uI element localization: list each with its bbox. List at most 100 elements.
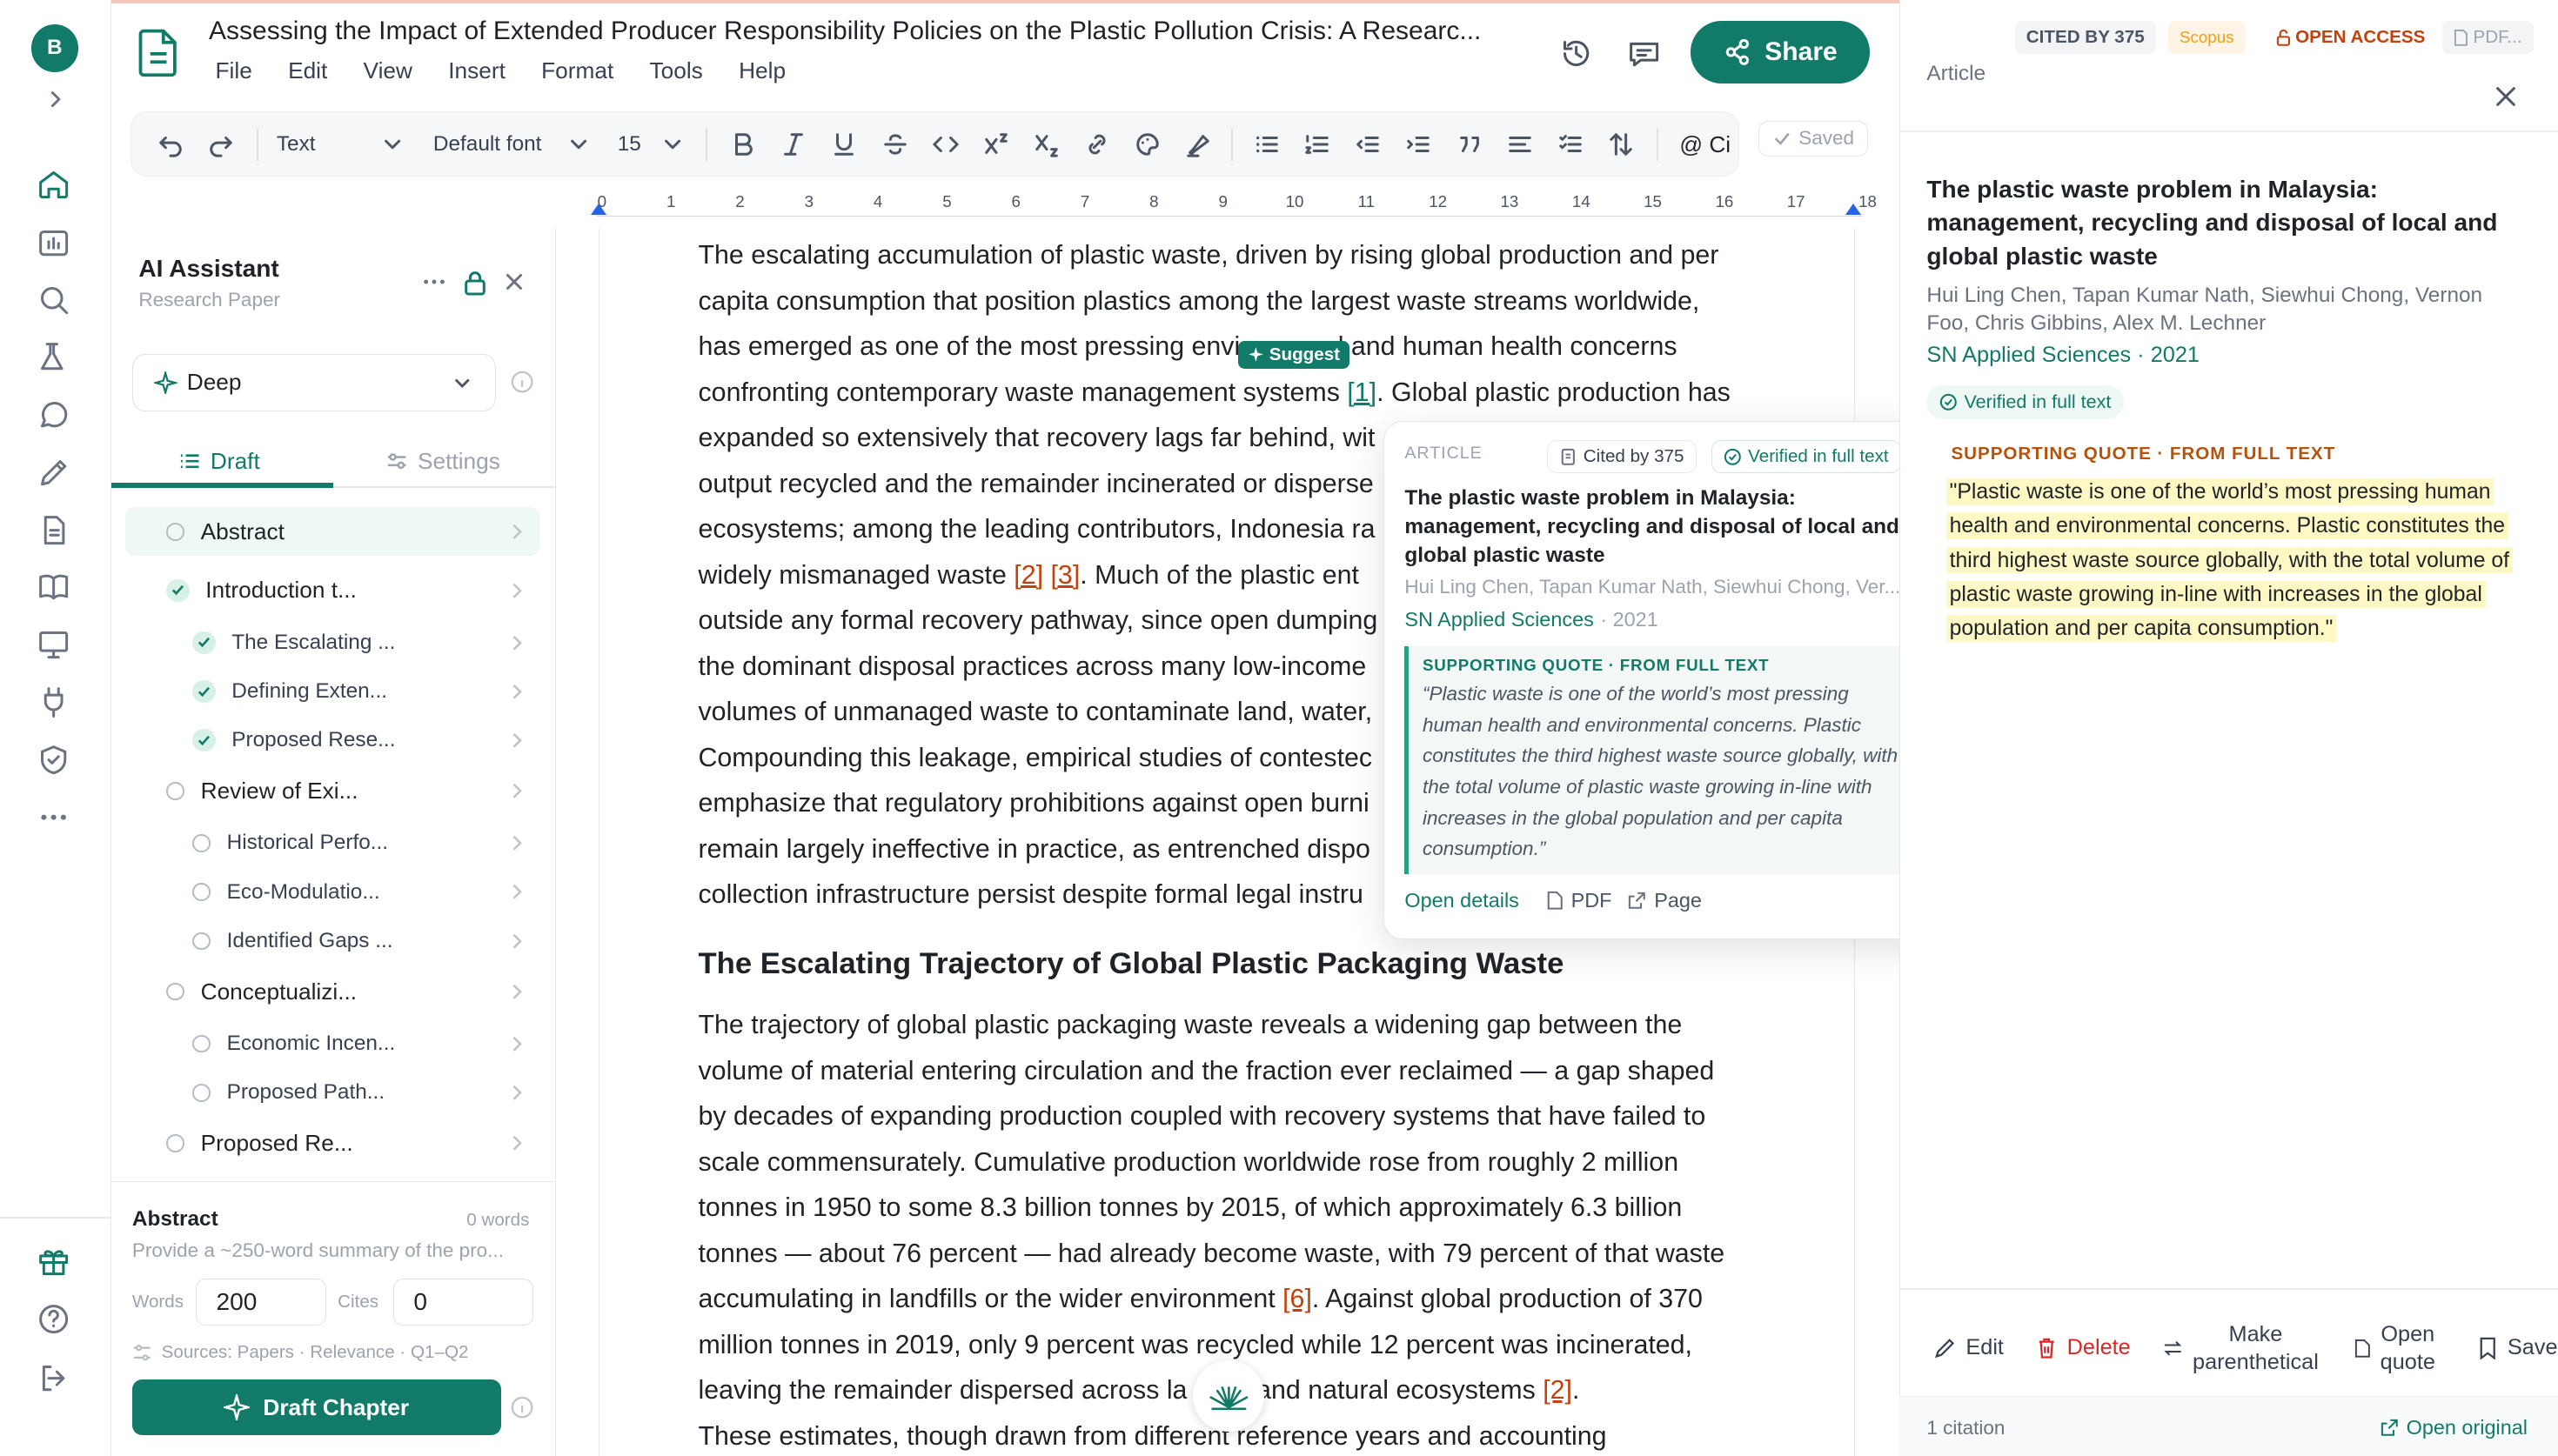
pen-icon[interactable] <box>36 455 71 491</box>
outline-item[interactable]: Proposed Re... <box>125 1119 539 1167</box>
menu-insert[interactable]: Insert <box>448 57 506 84</box>
outline-item[interactable]: Historical Perfo... <box>125 818 539 867</box>
menu-format[interactable]: Format <box>541 57 613 84</box>
indent-icon[interactable] <box>1405 131 1431 157</box>
outline-item[interactable]: Abstract <box>125 507 540 557</box>
code-icon[interactable] <box>933 131 959 157</box>
cite-button[interactable]: @ Ci <box>1679 112 1731 177</box>
close-icon[interactable] <box>2493 83 2519 110</box>
delete-button[interactable]: Delete <box>2036 1334 2131 1362</box>
outline-item[interactable]: The Escalating ... <box>125 618 539 667</box>
section-heading[interactable]: The Escalating Trajectory of Global Plas… <box>699 947 1564 981</box>
ruler-baseline <box>597 215 1864 217</box>
presentation-icon[interactable] <box>36 626 71 662</box>
mode-select[interactable]: Deep <box>131 353 496 411</box>
menu-tools[interactable]: Tools <box>650 57 703 84</box>
logout-icon[interactable] <box>36 1360 71 1396</box>
more-options-icon[interactable] <box>421 269 447 295</box>
citation-link[interactable]: [6] <box>1282 1285 1312 1313</box>
outline-item[interactable]: Review of Exi... <box>125 766 539 815</box>
words-input[interactable]: 200 <box>196 1279 326 1326</box>
tab-settings[interactable]: Settings <box>386 434 500 490</box>
expand-chevron-icon[interactable] <box>44 88 67 110</box>
outline-item[interactable]: Proposed Path... <box>125 1068 539 1117</box>
library-icon[interactable] <box>36 225 71 261</box>
info-icon[interactable] <box>511 371 533 393</box>
outline-item[interactable]: Identified Gaps ... <box>125 917 539 965</box>
outline-item[interactable]: Introduction t... <box>125 566 539 615</box>
outline-item[interactable]: Defining Exten... <box>125 667 539 716</box>
cites-input[interactable]: 0 <box>392 1279 534 1326</box>
menu-view[interactable]: View <box>364 57 412 84</box>
sort-icon[interactable] <box>1608 131 1634 157</box>
outline-item[interactable]: Economic Incen... <box>125 1019 539 1068</box>
citation-link[interactable]: [1] <box>1347 378 1376 407</box>
italic-icon[interactable] <box>780 131 807 157</box>
lab-icon[interactable] <box>36 339 71 375</box>
undo-icon[interactable] <box>157 131 184 157</box>
make-parenthetical-button[interactable]: Make parenthetical <box>2163 1321 2319 1377</box>
tab-draft[interactable]: Draft <box>179 434 260 490</box>
menu-help[interactable]: Help <box>739 57 786 84</box>
open-quote-button[interactable]: Open quote <box>2354 1321 2435 1377</box>
chat-icon[interactable] <box>36 398 71 434</box>
close-icon[interactable] <box>501 269 527 295</box>
menu-file[interactable]: File <box>216 57 252 84</box>
pdf-link[interactable]: PDF <box>1545 889 1611 912</box>
citation-link[interactable]: [2] <box>1543 1376 1572 1405</box>
lock-icon[interactable] <box>462 268 488 297</box>
edit-button[interactable]: Edit <box>1933 1334 2004 1362</box>
panel-section-label: Article <box>1926 62 1986 86</box>
suggest-button[interactable]: Suggest <box>1238 340 1350 369</box>
page-link[interactable]: Page <box>1628 889 1702 912</box>
home-icon[interactable] <box>36 166 71 202</box>
checklist-icon[interactable] <box>1557 131 1584 157</box>
more-icon[interactable] <box>36 799 71 835</box>
nav-rail <box>0 0 111 1456</box>
shield-icon[interactable] <box>36 742 71 778</box>
bold-icon[interactable] <box>730 131 756 157</box>
highlighter-icon[interactable] <box>1185 131 1211 157</box>
palette-icon[interactable] <box>1135 131 1161 157</box>
gift-icon[interactable] <box>36 1243 71 1279</box>
outline-item-label: Introduction t... <box>205 577 357 604</box>
redo-icon[interactable] <box>208 131 234 157</box>
search-icon[interactable] <box>36 282 71 317</box>
outdent-icon[interactable] <box>1355 131 1381 157</box>
draft-chapter-button[interactable]: Draft Chapter <box>131 1379 501 1435</box>
user-avatar[interactable]: B <box>30 24 78 72</box>
help-icon[interactable] <box>36 1301 71 1337</box>
pdf-tag[interactable]: PDF... <box>2441 21 2534 54</box>
outline-item-label: Economic Incen... <box>226 1032 396 1055</box>
underline-icon[interactable] <box>831 131 857 157</box>
comments-icon[interactable] <box>1626 36 1662 71</box>
outline-item[interactable]: Conceptualizi... <box>125 967 539 1016</box>
chevron-right-icon <box>507 781 527 801</box>
document-icon[interactable] <box>36 512 71 548</box>
align-icon[interactable] <box>1507 131 1533 157</box>
plug-icon[interactable] <box>36 684 71 719</box>
assistant-fab[interactable] <box>1192 1359 1265 1433</box>
citation-link[interactable]: [3] <box>1051 561 1081 590</box>
info-icon[interactable] <box>511 1396 533 1419</box>
outline-item[interactable]: Eco-Modulatio... <box>125 868 539 917</box>
history-icon[interactable] <box>1558 36 1594 71</box>
save-button[interactable]: Save <box>2478 1334 2558 1362</box>
document-title[interactable]: Assessing the Impact of Extended Produce… <box>209 17 1514 46</box>
link-icon[interactable] <box>1084 131 1110 157</box>
strikethrough-icon[interactable] <box>882 131 908 157</box>
book-icon[interactable] <box>36 569 71 604</box>
subscript-icon[interactable] <box>1034 131 1060 157</box>
citation-link[interactable]: [2] <box>1014 561 1043 590</box>
quote-icon[interactable] <box>1456 131 1483 157</box>
share-button[interactable]: Share <box>1690 21 1870 83</box>
bullet-list-icon[interactable] <box>1254 131 1280 157</box>
open-details-link[interactable]: Open details <box>1404 889 1519 912</box>
menu-edit[interactable]: Edit <box>288 57 327 84</box>
superscript-icon[interactable] <box>983 131 1009 157</box>
numbered-list-icon[interactable] <box>1304 131 1330 157</box>
open-original-link[interactable]: Open original <box>2381 1416 2528 1439</box>
chevron-right-icon <box>507 982 527 1002</box>
sources-row[interactable]: Sources: Papers · Relevance · Q1–Q2 <box>132 1342 468 1363</box>
outline-item[interactable]: Proposed Rese... <box>125 716 539 765</box>
